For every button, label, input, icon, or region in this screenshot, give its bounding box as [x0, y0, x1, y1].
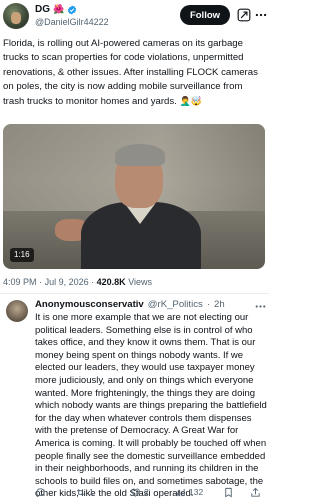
reply-actions: 1 2 132 [35, 485, 267, 499]
bookmark-action[interactable] [223, 487, 234, 498]
post-header: DG 🌺 @DanielGilr44222 Follow [0, 0, 269, 34]
repost-count: 1 [89, 487, 94, 497]
meta-separator-1: · [39, 277, 43, 287]
post-text: Florida, is rolling out AI-powered camer… [3, 37, 265, 109]
grok-icon[interactable] [237, 8, 251, 22]
views-count: 420.8K [96, 277, 126, 287]
post-emojis: 🤦‍♂️🤯 [179, 96, 202, 107]
share-icon [251, 487, 260, 497]
divider [0, 293, 269, 294]
repost-action[interactable]: 1 [75, 487, 94, 498]
reply-author-name[interactable]: Anonymousconservativ [35, 299, 144, 310]
author-name-row[interactable]: DG 🌺 [35, 4, 77, 15]
post-date[interactable]: Jul 9, 2026 [45, 277, 89, 287]
author-emoji: 🌺 [53, 4, 65, 14]
views-action[interactable]: 132 [175, 487, 203, 498]
reply-author-handle[interactable]: @rK_Politics [148, 299, 203, 310]
post-meta: 4:09 PM · Jul 9, 2026 · 420.8K Views [3, 277, 152, 287]
verified-badge-icon [68, 4, 77, 15]
post-time[interactable]: 4:09 PM [3, 277, 37, 287]
share-action[interactable] [250, 487, 261, 498]
views-count-reply: 132 [189, 487, 204, 497]
repost-icon [76, 488, 85, 496]
bookmark-icon [225, 487, 232, 497]
video-player[interactable]: 1:16 [3, 124, 265, 269]
reply-avatar[interactable] [6, 300, 28, 322]
views-icon [176, 488, 185, 496]
like-count: 2 [144, 487, 149, 497]
author-name[interactable]: DG [35, 4, 50, 15]
post-body: Florida, is rolling out AI-powered camer… [3, 38, 258, 108]
meta-separator-2: · [91, 277, 95, 287]
reply-age[interactable]: 2h [214, 299, 225, 310]
reply-action[interactable] [35, 487, 49, 498]
reply-text: It is one more example that we are not e… [35, 312, 267, 500]
follow-button[interactable]: Follow [180, 5, 230, 25]
reply-icon [36, 487, 45, 497]
video-duration: 1:16 [10, 248, 34, 262]
reply-header: Anonymousconservativ @rK_Politics · 2h [35, 299, 225, 310]
like-action[interactable]: 2 [130, 487, 149, 498]
reply-separator: · [206, 299, 211, 310]
more-icon[interactable] [254, 8, 268, 22]
like-icon [131, 488, 140, 497]
author-avatar[interactable] [3, 3, 29, 29]
author-handle[interactable]: @DanielGilr44222 [35, 17, 109, 27]
views-label: Views [128, 277, 153, 287]
